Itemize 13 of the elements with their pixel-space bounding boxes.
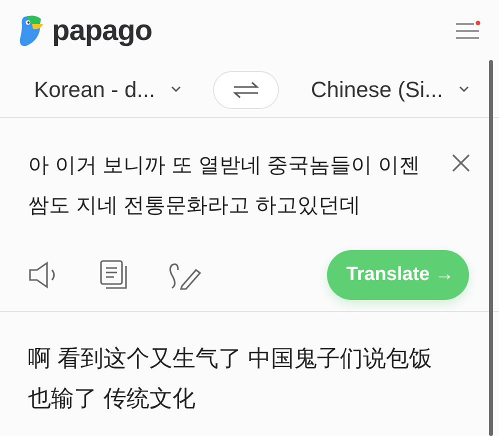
app-name: papago: [52, 16, 152, 46]
close-icon[interactable]: [452, 154, 470, 172]
translation-text: 啊 看到这个又生气了 中国鬼子们说包饭也输了 传统文化: [28, 344, 433, 413]
swap-languages-button[interactable]: [213, 70, 279, 108]
source-language-dropdown[interactable]: Korean - d...: [34, 73, 182, 106]
source-text-field[interactable]: 아 이거 보니까 또 열받네 중국놈들이 이젠 쌈도 지네 전통문화라고 하고있던데: [28, 146, 428, 226]
swap-icon: [232, 80, 260, 98]
caret-icon: [171, 86, 182, 93]
copy-icon[interactable]: [100, 260, 130, 290]
caret-icon: [458, 86, 469, 93]
target-language-dropdown[interactable]: Chinese (Si...: [310, 73, 469, 106]
parrot-logo-icon: [18, 15, 44, 47]
menu-icon[interactable]: [455, 20, 481, 42]
